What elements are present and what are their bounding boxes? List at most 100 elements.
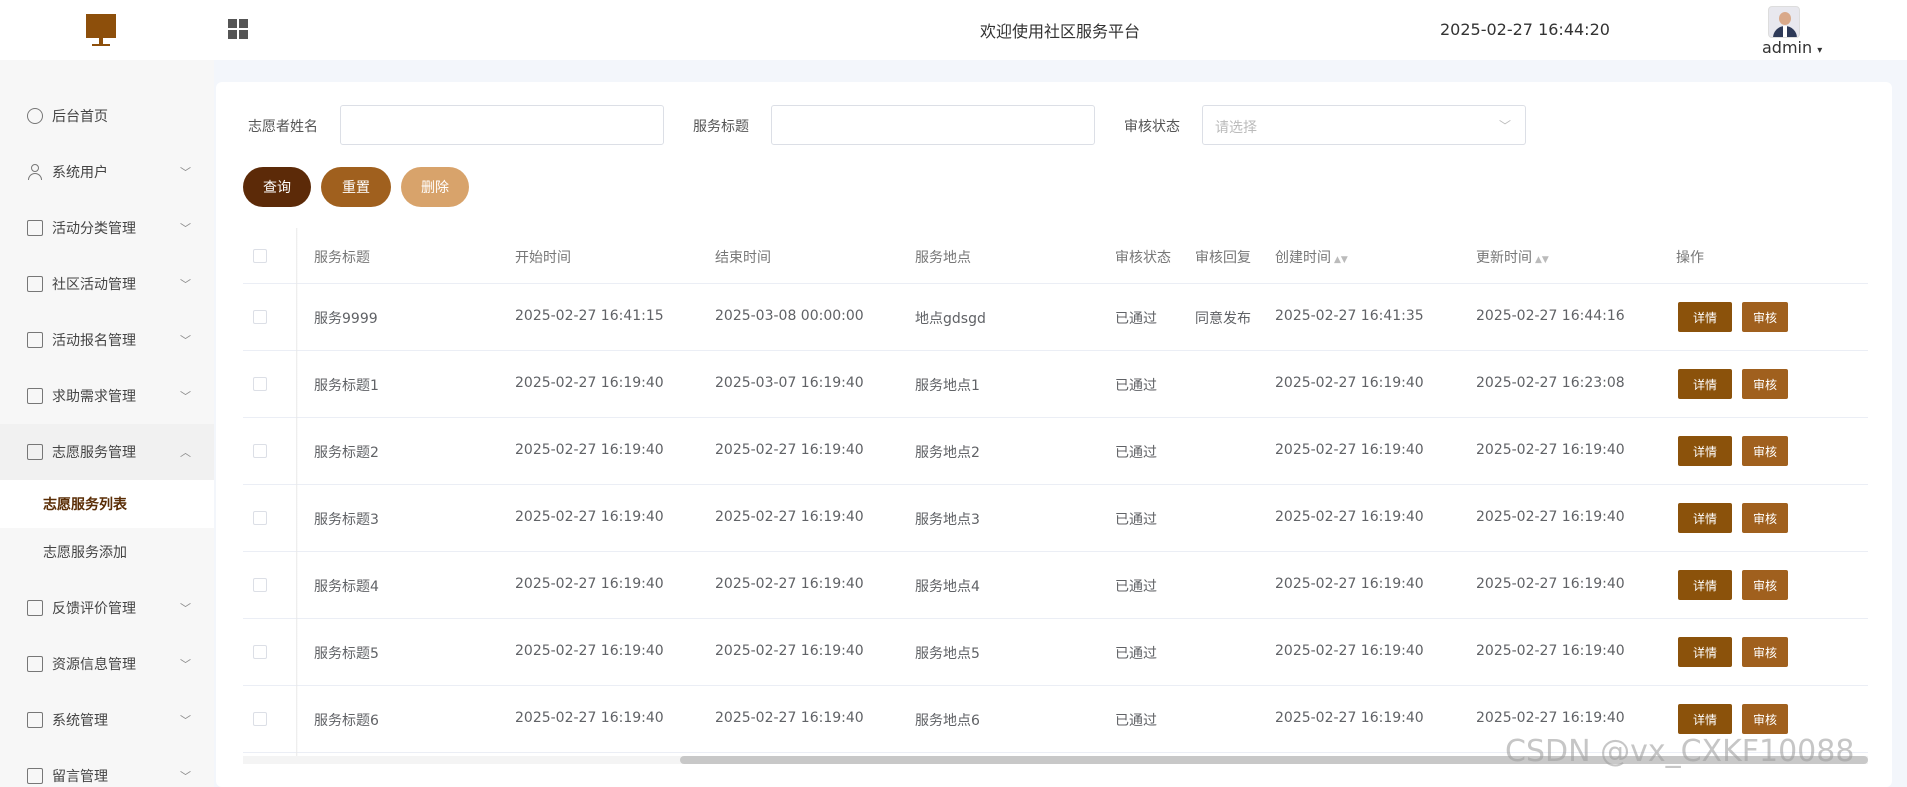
- sidebar-item-users[interactable]: 系统用户 ﹀: [0, 144, 214, 200]
- sidebar-item-label: 留言管理: [52, 769, 108, 785]
- sidebar-item-activity-signup[interactable]: 活动报名管理 ﹀: [0, 312, 214, 368]
- detail-button[interactable]: 详情: [1678, 302, 1732, 332]
- detail-button[interactable]: 详情: [1678, 436, 1732, 466]
- sidebar-item-dashboard[interactable]: 后台首页: [0, 88, 214, 144]
- cell-title: 服务标题4: [314, 579, 379, 595]
- page-title: 欢迎使用社区服务平台: [979, 22, 1140, 41]
- check-box-icon: [27, 712, 43, 728]
- review-button[interactable]: 审核: [1742, 570, 1788, 600]
- query-button[interactable]: 查询: [243, 167, 311, 207]
- cell-start: 2025-02-27 16:19:40: [515, 643, 664, 659]
- sidebar-item-system[interactable]: 系统管理 ﹀: [0, 692, 214, 748]
- card-icon: [27, 656, 43, 672]
- cell-title: 服务标题2: [314, 445, 379, 461]
- header-created[interactable]: 创建时间 ▲▼: [1275, 247, 1348, 267]
- select-all-checkbox[interactable]: [253, 249, 267, 263]
- detail-button[interactable]: 详情: [1678, 704, 1732, 734]
- row-checkbox[interactable]: [253, 511, 267, 525]
- sidebar: 后台首页 系统用户 ﹀ 活动分类管理 ﹀ 社区活动管理 ﹀ 活动报名管理 ﹀ 求…: [0, 60, 214, 787]
- review-button[interactable]: 审核: [1742, 637, 1788, 667]
- volunteer-name-input[interactable]: [340, 105, 664, 145]
- detail-button[interactable]: 详情: [1678, 503, 1732, 533]
- sidebar-item-activity-category[interactable]: 活动分类管理 ﹀: [0, 200, 214, 256]
- cell-created: 2025-02-27 16:19:40: [1275, 576, 1424, 592]
- review-button[interactable]: 审核: [1742, 369, 1788, 399]
- cell-end: 2025-02-27 16:19:40: [715, 442, 864, 458]
- avatar[interactable]: [1768, 6, 1800, 38]
- chevron-down-icon: ﹀: [180, 390, 191, 403]
- sidebar-item-messages[interactable]: 留言管理 ﹀: [0, 748, 214, 787]
- sidebar-subitem-volunteer-add[interactable]: 志愿服务添加: [0, 528, 214, 576]
- detail-button[interactable]: 详情: [1678, 369, 1732, 399]
- chevron-down-icon: ﹀: [180, 222, 191, 235]
- row-checkbox[interactable]: [253, 444, 267, 458]
- volunteer-name-label: 志愿者姓名: [248, 119, 318, 135]
- chevron-down-icon: ﹀: [1498, 119, 1511, 133]
- card-icon: [27, 220, 43, 236]
- sidebar-item-community-activity[interactable]: 社区活动管理 ﹀: [0, 256, 214, 312]
- sidebar-subitem-volunteer-list[interactable]: 志愿服务列表: [0, 480, 214, 528]
- card-icon: [27, 388, 43, 404]
- user-icon: [27, 164, 43, 180]
- cell-status: 已通过: [1115, 579, 1157, 595]
- grid-menu-icon[interactable]: [228, 19, 248, 39]
- row-checkbox[interactable]: [253, 377, 267, 391]
- sidebar-item-label: 社区活动管理: [52, 277, 136, 293]
- sidebar-item-label: 志愿服务管理: [52, 445, 136, 461]
- top-bar: 欢迎使用社区服务平台 2025-02-27 16:44:20 admin ▾: [0, 0, 1907, 60]
- header-updated-label: 更新时间: [1476, 250, 1532, 266]
- row-checkbox[interactable]: [253, 578, 267, 592]
- cell-location: 服务地点6: [915, 713, 980, 729]
- detail-button[interactable]: 详情: [1678, 570, 1732, 600]
- cell-updated: 2025-02-27 16:19:40: [1476, 509, 1625, 525]
- detail-button[interactable]: 详情: [1678, 637, 1732, 667]
- cell-created: 2025-02-27 16:41:35: [1275, 308, 1424, 324]
- header-end: 结束时间: [715, 250, 771, 266]
- sidebar-item-feedback[interactable]: 反馈评价管理 ﹀: [0, 580, 214, 636]
- sidebar-item-resources[interactable]: 资源信息管理 ﹀: [0, 636, 214, 692]
- user-menu[interactable]: admin ▾: [1762, 38, 1822, 57]
- cell-created: 2025-02-27 16:19:40: [1275, 375, 1424, 391]
- table-row: 服务标题2 2025-02-27 16:19:40 2025-02-27 16:19…: [243, 418, 1868, 485]
- cell-updated: 2025-02-27 16:19:40: [1476, 643, 1625, 659]
- pie-chart-icon: [27, 108, 43, 124]
- review-button[interactable]: 审核: [1742, 302, 1788, 332]
- review-button[interactable]: 审核: [1742, 436, 1788, 466]
- row-checkbox[interactable]: [253, 712, 267, 726]
- sidebar-item-help-request[interactable]: 求助需求管理 ﹀: [0, 368, 214, 424]
- card-icon: [27, 600, 43, 616]
- review-status-select[interactable]: 请选择 ﹀: [1202, 105, 1526, 145]
- current-datetime: 2025-02-27 16:44:20: [1440, 20, 1610, 39]
- review-button[interactable]: 审核: [1742, 704, 1788, 734]
- watermark: CSDN @vx_CXKF10088: [1505, 734, 1855, 769]
- delete-button[interactable]: 删除: [401, 167, 469, 207]
- row-checkbox[interactable]: [253, 310, 267, 324]
- cell-status: 已通过: [1115, 646, 1157, 662]
- sidebar-subitem-label: 志愿服务列表: [43, 497, 127, 513]
- cell-status: 已通过: [1115, 512, 1157, 528]
- service-title-input[interactable]: [771, 105, 1095, 145]
- header-location: 服务地点: [915, 250, 971, 266]
- chevron-down-icon: ﹀: [180, 602, 191, 615]
- table-header-row: 服务标题 开始时间 结束时间 服务地点 审核状态 审核回复 创建时间 ▲▼ 更新时…: [243, 228, 1868, 284]
- sort-icon: ▲▼: [1334, 255, 1348, 265]
- row-checkbox[interactable]: [253, 645, 267, 659]
- caret-down-icon: ▾: [1817, 45, 1823, 56]
- sidebar-item-label: 资源信息管理: [52, 657, 136, 673]
- header-updated[interactable]: 更新时间 ▲▼: [1476, 247, 1549, 267]
- cell-end: 2025-02-27 16:19:40: [715, 509, 864, 525]
- cell-location: 服务地点3: [915, 512, 980, 528]
- sidebar-item-volunteer-service[interactable]: 志愿服务管理 ︿: [0, 424, 214, 480]
- review-button[interactable]: 审核: [1742, 503, 1788, 533]
- sidebar-item-label: 活动分类管理: [52, 221, 136, 237]
- monitor-logo-icon: [86, 14, 116, 46]
- chevron-down-icon: ﹀: [180, 770, 191, 783]
- cell-location: 服务地点4: [915, 579, 980, 595]
- cell-location: 服务地点1: [915, 378, 980, 394]
- header-created-label: 创建时间: [1275, 250, 1331, 266]
- reset-button[interactable]: 重置: [321, 167, 391, 207]
- cell-created: 2025-02-27 16:19:40: [1275, 442, 1424, 458]
- header-start: 开始时间: [515, 250, 571, 266]
- table-row: 服务9999 2025-02-27 16:41:15 2025-03-08 00:0…: [243, 284, 1868, 351]
- cell-created: 2025-02-27 16:19:40: [1275, 643, 1424, 659]
